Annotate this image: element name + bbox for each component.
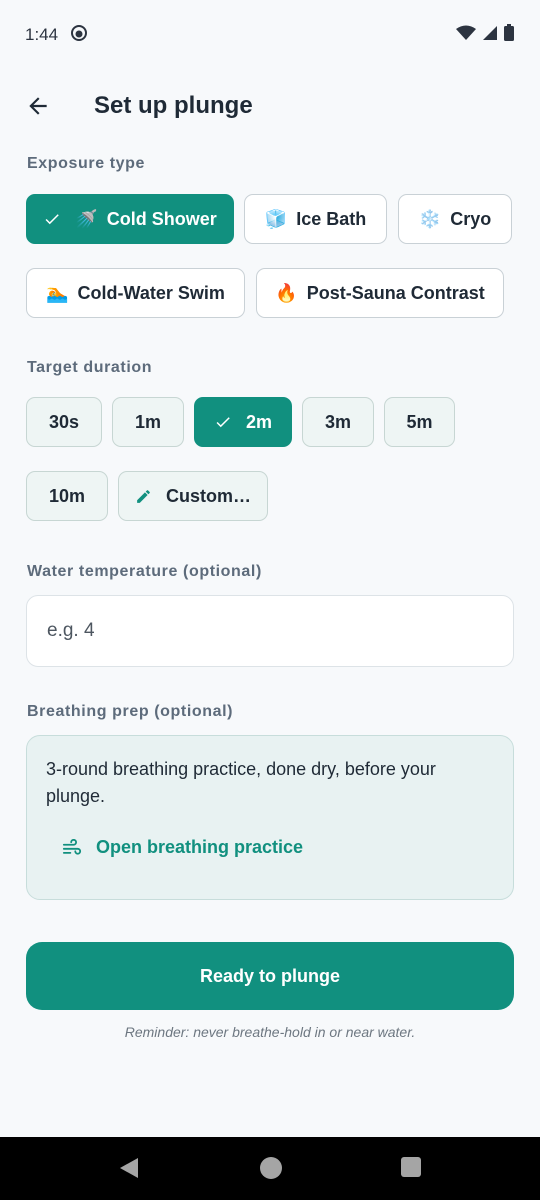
- nav-recents-button[interactable]: [400, 1156, 422, 1183]
- exposure-type-label: Exposure type: [27, 155, 146, 172]
- app-bar: Set up plunge: [0, 70, 540, 142]
- open-breathing-practice-label: Open breathing practice: [96, 837, 304, 857]
- fire-icon: 🔥: [275, 282, 298, 303]
- check-icon: [214, 413, 232, 431]
- nav-home-button[interactable]: [259, 1156, 283, 1185]
- nav-recents-icon: [401, 1157, 421, 1177]
- breathing-prep-card: 3-round breathing practice, done dry, be…: [26, 735, 514, 900]
- page-title: Set up plunge: [94, 92, 253, 119]
- duration-chip-label: 3m: [324, 411, 351, 432]
- duration-chip-label: 1m: [134, 411, 161, 432]
- nav-back-button[interactable]: [118, 1156, 140, 1185]
- exposure-chip-post-sauna-contrast[interactable]: 🔥 Post-Sauna Contrast: [256, 268, 504, 318]
- breathing-prep-description: 3-round breathing practice, done dry, be…: [46, 759, 436, 806]
- target-duration-label: Target duration: [27, 359, 153, 376]
- signal-icon: [482, 25, 498, 46]
- status-time: 1:44: [25, 25, 59, 44]
- shower-icon: 🚿: [75, 208, 98, 229]
- wifi-icon: [456, 25, 476, 46]
- check-icon: [43, 210, 61, 228]
- nav-back-icon: [120, 1158, 138, 1178]
- duration-chip-label: 30s: [48, 411, 80, 432]
- swimmer-icon: 🏊: [46, 282, 69, 303]
- ice-cube-icon: 🧊: [264, 208, 288, 229]
- duration-chip-2m[interactable]: 2m: [194, 397, 292, 447]
- arrow-back-icon: [29, 97, 47, 115]
- water-temperature-input[interactable]: [26, 595, 514, 667]
- snowflake-icon: ❄️: [418, 208, 442, 229]
- duration-chip-1m[interactable]: 1m: [112, 397, 184, 447]
- exposure-chip-cold-shower[interactable]: 🚿 Cold Shower: [26, 194, 234, 244]
- duration-chip-10m[interactable]: 10m: [26, 471, 108, 521]
- exposure-chip-label: Post-Sauna Contrast: [306, 282, 485, 303]
- notification-icon: [70, 24, 88, 47]
- ready-to-plunge-label: Ready to plunge: [199, 965, 340, 986]
- nav-home-icon: [260, 1157, 282, 1179]
- open-breathing-practice-link[interactable]: Open breathing practice: [62, 837, 303, 858]
- duration-chip-label: 2m: [245, 411, 272, 432]
- ready-to-plunge-button[interactable]: Ready to plunge: [26, 942, 514, 1010]
- exposure-chip-label: Cold Shower: [106, 208, 217, 229]
- duration-chip-custom[interactable]: Custom…: [118, 471, 268, 521]
- exposure-chip-ice-bath[interactable]: 🧊 Ice Bath: [244, 194, 387, 244]
- exposure-chip-label: Cold-Water Swim: [77, 282, 225, 303]
- pencil-icon: [135, 488, 152, 505]
- duration-chip-label: 10m: [48, 485, 86, 506]
- battery-icon: [504, 24, 514, 46]
- duration-chip-3m[interactable]: 3m: [302, 397, 374, 447]
- duration-chip-label: Custom…: [166, 485, 251, 506]
- duration-chip-30s[interactable]: 30s: [26, 397, 102, 447]
- exposure-chip-cold-water-swim[interactable]: 🏊 Cold-Water Swim: [26, 268, 245, 318]
- system-nav-bar: [0, 1137, 540, 1200]
- safety-reminder: Reminder: never breathe-hold in or near …: [124, 1024, 416, 1040]
- status-bar: 1:44: [0, 0, 540, 70]
- water-temperature-label: Water temperature (optional): [27, 563, 262, 580]
- breathing-prep-label: Breathing prep (optional): [27, 703, 234, 720]
- air-icon: [62, 838, 82, 857]
- exposure-chip-cryo[interactable]: ❄️ Cryo: [398, 194, 512, 244]
- duration-chip-label: 5m: [406, 411, 433, 432]
- duration-chip-5m[interactable]: 5m: [384, 397, 455, 447]
- exposure-chip-label: Ice Bath: [296, 208, 367, 229]
- back-button[interactable]: [22, 90, 54, 122]
- exposure-chip-label: Cryo: [450, 208, 492, 229]
